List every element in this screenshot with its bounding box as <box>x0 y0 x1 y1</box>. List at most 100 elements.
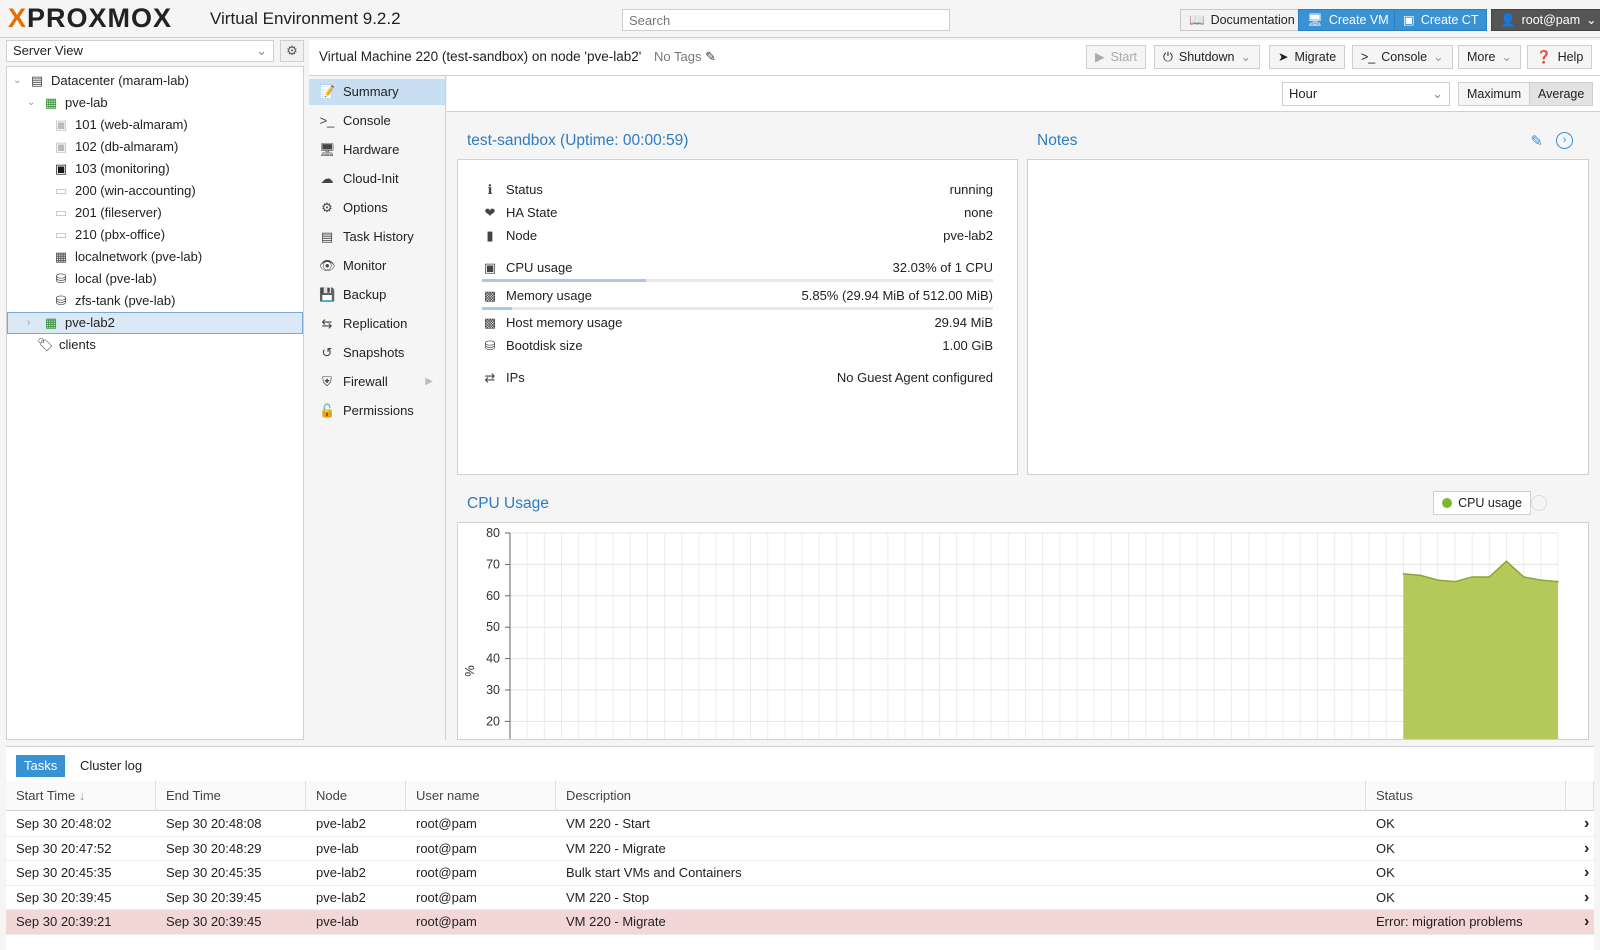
create-ct-button[interactable]: ▣ Create CT <box>1394 9 1488 31</box>
cube-icon: ▣ <box>1403 13 1415 27</box>
create-vm-button[interactable]: 🖥 Create VM <box>1298 9 1398 31</box>
table-row[interactable]: Sep 30 20:45:35 Sep 30 20:45:35 pve-lab2 ro… <box>6 861 1594 886</box>
cell-user: root@pam <box>416 914 477 930</box>
tree-item-zfs-tank[interactable]: ⛁ zfs-tank (pve-lab) <box>53 290 176 312</box>
storage-icon: ⛁ <box>55 293 67 308</box>
edit-icon[interactable]: ✎ <box>1530 132 1543 150</box>
tree-item-pve-lab[interactable]: ⌄ ▦ pve-lab <box>27 92 108 114</box>
bootdisk-row: ⛁ Bootdisk size 1.00 GiB <box>482 336 993 356</box>
column-description[interactable]: Description <box>556 781 1366 811</box>
tree-item-102[interactable]: ▣ 102 (db-almaram) <box>53 136 178 158</box>
tree-item-210[interactable]: ▭ 210 (pbx-office) <box>53 224 165 246</box>
snapshots-icon: ↺ <box>321 345 333 360</box>
tree-item-101[interactable]: ▣ 101 (web-almaram) <box>53 114 188 136</box>
collapse-icon[interactable]: › <box>1556 132 1573 149</box>
column-node[interactable]: Node <box>306 781 406 811</box>
maximum-button[interactable]: Maximum <box>1458 82 1531 106</box>
sort-down-icon: ↓ <box>78 788 86 803</box>
cell-start: Sep 30 20:45:35 <box>16 865 112 881</box>
tree-item-pve-lab2[interactable]: › ▦ pve-lab2 <box>7 312 303 334</box>
container-stopped-icon: ▣ <box>54 139 68 154</box>
table-row[interactable]: Sep 30 20:39:21 Sep 30 20:39:45 pve-lab roo… <box>6 910 1594 935</box>
chart-tool-icon[interactable] <box>1531 495 1547 511</box>
tree-item-local[interactable]: ⛁ local (pve-lab) <box>53 268 157 290</box>
migrate-button[interactable]: ➤ Migrate <box>1269 45 1346 69</box>
average-button[interactable]: Average <box>1529 82 1594 106</box>
firewall-shield-icon: ⛨ <box>322 374 332 389</box>
console-button[interactable]: >_ Console ⌄ <box>1352 45 1453 69</box>
nav-console[interactable]: >_ Console <box>309 108 445 134</box>
memory-usage-bar-fill <box>482 307 512 310</box>
nav-backup[interactable]: 💾 Backup <box>309 282 445 308</box>
more-button[interactable]: More ⌄ <box>1458 45 1521 69</box>
chevron-down-icon[interactable]: ⌄ <box>1241 46 1251 68</box>
cell-status: OK <box>1376 865 1395 881</box>
shutdown-button[interactable]: ⏻ Shutdown ⌄ <box>1154 45 1260 69</box>
tab-tasks[interactable]: Tasks <box>16 755 66 777</box>
documentation-button[interactable]: 📖 Documentation <box>1180 9 1304 31</box>
tree-item-datacenter[interactable]: ⌄ ▤ Datacenter (maram-lab) <box>13 70 189 92</box>
column-user-name[interactable]: User name <box>406 781 556 811</box>
cpu-legend-item[interactable]: CPU usage <box>1433 491 1531 515</box>
status-panel-title: test-sandbox (Uptime: 00:00:59) <box>467 132 689 149</box>
node-online-icon: ▦ <box>44 315 58 330</box>
monitor-icon: 🖥 <box>1307 13 1323 27</box>
y-tick-label: 40 <box>486 652 500 666</box>
chevron-right-icon[interactable]: › <box>1574 910 1589 934</box>
tab-cluster-log[interactable]: Cluster log <box>72 755 150 777</box>
info-icon: ℹ <box>487 182 493 197</box>
pencil-icon[interactable]: ✎ <box>705 49 716 64</box>
column-end-time[interactable]: End Time <box>156 781 306 811</box>
tags-editor[interactable]: No Tags ✎ <box>654 49 716 65</box>
table-row[interactable]: Sep 30 20:47:52 Sep 30 20:48:29 pve-lab roo… <box>6 837 1594 862</box>
summary-icon: 📝 <box>319 84 336 99</box>
view-select[interactable]: Server View ⌄ <box>6 40 274 62</box>
chevron-right-icon[interactable]: › <box>1574 886 1589 910</box>
column-status[interactable]: Status <box>1366 781 1566 811</box>
nav-task-history[interactable]: ▤ Task History <box>309 224 445 250</box>
cpu-usage-point <box>1471 576 1473 578</box>
cpu-usage-row: ▣ CPU usage 32.03% of 1 CPU <box>482 258 993 278</box>
timeframe-select[interactable]: Hour ⌄ <box>1282 82 1450 106</box>
resource-tree: ⌄ ▤ Datacenter (maram-lab) ⌄ ▦ pve-lab ▣ 101 … <box>6 66 304 740</box>
tree-item-103[interactable]: ▣ 103 (monitoring) <box>53 158 170 180</box>
nav-firewall[interactable]: ⛨ Firewall ▶ <box>309 369 445 395</box>
table-row[interactable]: Sep 30 20:39:45 Sep 30 20:39:45 pve-lab2 ro… <box>6 886 1594 911</box>
nav-hardware[interactable]: 🖥 Hardware <box>309 137 445 163</box>
nav-replication[interactable]: ⇆ Replication <box>309 311 445 337</box>
nav-cloud-init[interactable]: ☁ Cloud-Init <box>309 166 445 192</box>
tree-item-201[interactable]: ▭ 201 (fileserver) <box>53 202 162 224</box>
terminal-icon: >_ <box>1361 50 1376 64</box>
chevron-down-icon[interactable]: ⌄ <box>27 92 37 114</box>
storage-icon: ⛁ <box>55 271 67 286</box>
help-button[interactable]: ❓ Help <box>1527 45 1593 69</box>
ips-row: ⇄ IPs No Guest Agent configured <box>482 368 993 388</box>
backup-floppy-icon: 💾 <box>319 287 336 302</box>
tree-item-clients[interactable]: 🏷 clients <box>37 334 96 356</box>
notes-panel-title: Notes <box>1037 132 1078 149</box>
nav-permissions[interactable]: 🔓 Permissions <box>309 398 445 424</box>
column-actions <box>1566 781 1594 811</box>
help-circle-icon: ❓ <box>1536 50 1552 64</box>
chevron-right-icon[interactable]: › <box>27 312 37 334</box>
nav-options[interactable]: ⚙ Options <box>309 195 445 221</box>
chevron-down-icon[interactable]: ⌄ <box>13 70 23 92</box>
tree-settings-button[interactable]: ⚙ <box>280 40 304 62</box>
chevron-right-icon[interactable]: › <box>1574 861 1589 885</box>
cell-start: Sep 30 20:39:45 <box>16 889 112 905</box>
cpu-usage-point <box>1557 580 1559 583</box>
chevron-right-icon[interactable]: › <box>1574 837 1589 861</box>
chevron-down-icon[interactable]: ⌄ <box>1433 46 1443 68</box>
tree-item-localnetwork[interactable]: ▦ localnetwork (pve-lab) <box>53 246 202 268</box>
tree-item-200[interactable]: ▭ 200 (win-accounting) <box>53 180 196 202</box>
chevron-right-icon[interactable]: › <box>1574 812 1589 836</box>
start-button[interactable]: ▶ Start <box>1086 45 1147 69</box>
column-start-time[interactable]: Start Time ↓ <box>6 781 156 811</box>
nav-monitor[interactable]: 👁 Monitor <box>309 253 445 279</box>
nav-summary[interactable]: 📝 Summary <box>309 79 445 105</box>
table-row[interactable]: Sep 30 20:48:02 Sep 30 20:48:08 pve-lab2 ro… <box>6 812 1594 837</box>
nav-snapshots[interactable]: ↺ Snapshots <box>309 340 445 366</box>
user-menu-button[interactable]: 👤 root@pam ⌄ <box>1491 9 1600 31</box>
search-input[interactable] <box>622 9 950 31</box>
user-icon: 👤 <box>1500 13 1516 27</box>
